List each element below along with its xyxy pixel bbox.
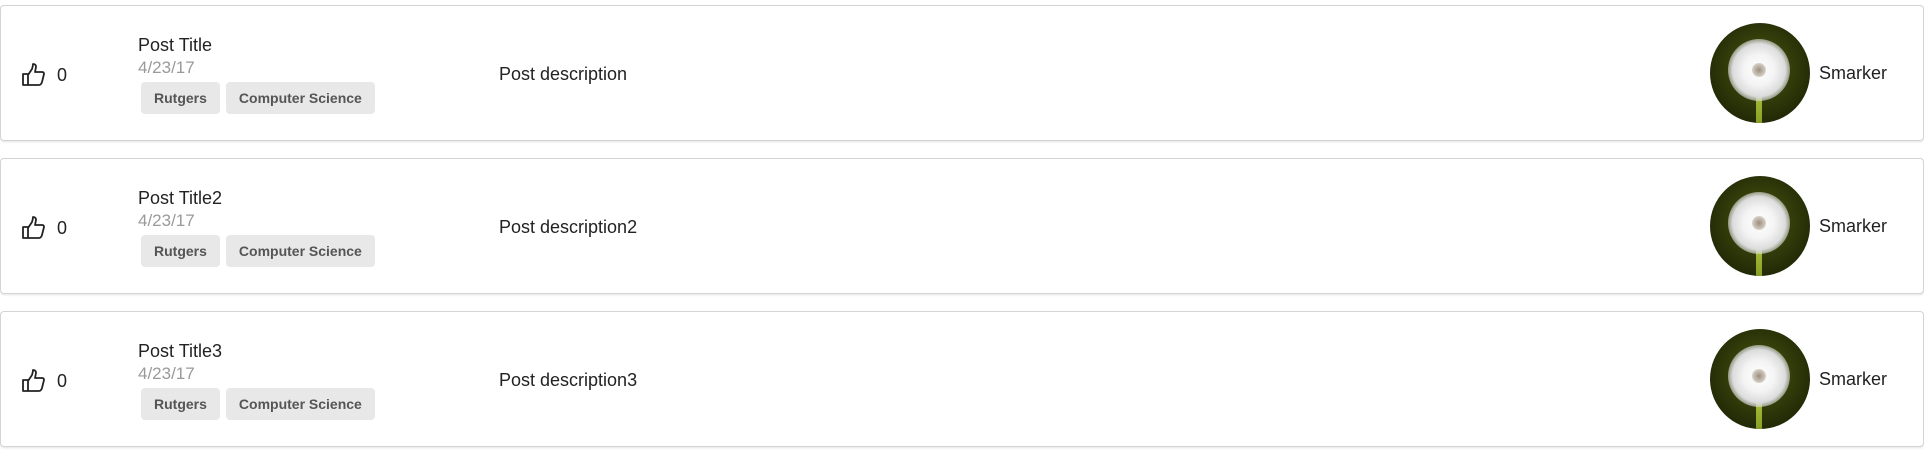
post-title[interactable]: Post Title3	[138, 340, 375, 362]
post-meta: Post Title3 4/23/17 Rutgers Computer Sci…	[138, 340, 375, 420]
like-button[interactable]: 0	[21, 62, 67, 88]
like-count: 0	[57, 217, 68, 238]
thumbs-up-icon	[21, 215, 47, 241]
post-card[interactable]: 0 Post Title2 4/23/17 Rutgers Computer S…	[0, 158, 1924, 294]
like-button[interactable]: 0	[21, 368, 67, 394]
like-count: 0	[57, 370, 68, 391]
post-meta: Post Title 4/23/17 Rutgers Computer Scie…	[138, 34, 375, 114]
author-link[interactable]: Smarker	[1710, 176, 1887, 276]
post-date: 4/23/17	[138, 211, 195, 230]
post-feed: 0 Post Title 4/23/17 Rutgers Computer Sc…	[0, 0, 1924, 451]
post-description: Post description3	[499, 370, 638, 390]
tag-label[interactable]: Rutgers	[141, 82, 220, 114]
post-description: Post description2	[499, 217, 638, 237]
author-name: Smarker	[1819, 62, 1888, 83]
tag-list: Rutgers Computer Science	[141, 388, 375, 420]
like-count: 0	[57, 64, 68, 85]
tag-label[interactable]: Rutgers	[141, 235, 220, 267]
author-link[interactable]: Smarker	[1710, 329, 1887, 429]
tag-label[interactable]: Computer Science	[225, 235, 375, 267]
thumbs-up-icon	[21, 62, 47, 88]
avatar	[1710, 329, 1810, 429]
tag-list: Rutgers Computer Science	[141, 235, 375, 267]
author-name: Smarker	[1819, 215, 1888, 236]
like-button[interactable]: 0	[21, 215, 67, 241]
tag-list: Rutgers Computer Science	[141, 82, 375, 114]
author-name: Smarker	[1819, 368, 1888, 389]
post-card[interactable]: 0 Post Title3 4/23/17 Rutgers Computer S…	[0, 311, 1924, 447]
post-title[interactable]: Post Title	[138, 34, 375, 56]
post-meta: Post Title2 4/23/17 Rutgers Computer Sci…	[138, 187, 375, 267]
avatar	[1710, 23, 1810, 123]
tag-label[interactable]: Computer Science	[225, 388, 375, 420]
post-description: Post description	[499, 64, 628, 84]
post-date: 4/23/17	[138, 58, 195, 77]
author-link[interactable]: Smarker	[1710, 23, 1887, 123]
thumbs-up-icon	[21, 368, 47, 394]
avatar	[1710, 176, 1810, 276]
post-card[interactable]: 0 Post Title 4/23/17 Rutgers Computer Sc…	[0, 5, 1924, 141]
post-date: 4/23/17	[138, 364, 195, 383]
tag-label[interactable]: Computer Science	[225, 82, 375, 114]
tag-label[interactable]: Rutgers	[141, 388, 220, 420]
post-title[interactable]: Post Title2	[138, 187, 375, 209]
